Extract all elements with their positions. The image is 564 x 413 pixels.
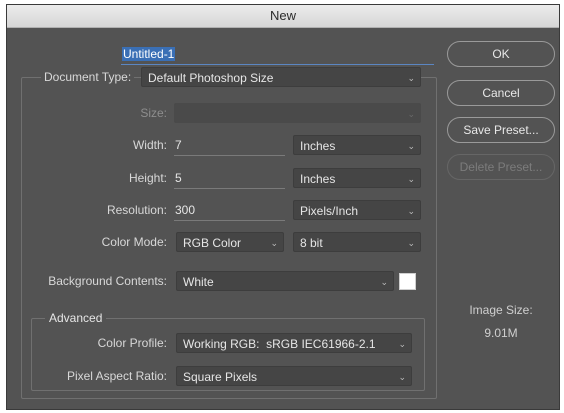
chevron-down-icon: ⌄ [407,206,415,216]
delete-preset-button: Delete Preset... [447,154,555,180]
save-preset-button[interactable]: Save Preset... [447,117,555,143]
chevron-down-icon: ⌄ [380,277,388,287]
pixel-aspect-ratio-value: Square Pixels [183,370,258,384]
cancel-button[interactable]: Cancel [447,80,555,106]
ok-button[interactable]: OK [447,41,555,67]
background-contents-select[interactable]: White ⌄ [176,271,394,291]
dialog-title: New [7,5,559,28]
background-color-swatch[interactable] [399,273,416,290]
color-profile-value: Working RGB: sRGB IEC61966-2.1 [183,337,376,351]
chevron-down-icon: ⌄ [407,109,415,119]
name-value: Untitled-1 [122,47,176,61]
color-profile-label: Color Profile: [97,336,167,350]
width-unit-select[interactable]: Inches ⌄ [293,135,421,155]
document-type-select[interactable]: Default Photoshop Size ⌄ [141,67,421,87]
image-size-label: Image Size: [469,303,533,317]
color-mode-label: Color Mode: [101,235,167,249]
height-unit-select[interactable]: Inches ⌄ [293,168,421,188]
pixel-aspect-ratio-select[interactable]: Square Pixels ⌄ [176,366,412,386]
color-mode-select[interactable]: RGB Color ⌄ [176,232,284,252]
chevron-down-icon: ⌄ [270,238,278,248]
color-profile-select[interactable]: Working RGB: sRGB IEC61966-2.1 ⌄ [176,333,412,353]
chevron-down-icon: ⌄ [407,174,415,184]
height-unit-value: Inches [300,172,336,186]
resolution-label: Resolution: [106,203,167,217]
bit-depth-value: 8 bit [300,236,323,250]
size-select: ⌄ [174,103,421,123]
color-mode-value: RGB Color [183,236,242,250]
background-contents-value: White [183,275,214,289]
width-label: Width: [132,138,167,152]
width-unit-value: Inches [300,139,336,153]
image-size-value: 9.01M [484,326,518,340]
name-field[interactable]: Untitled-1 [121,44,434,65]
document-type-value: Default Photoshop Size [148,71,274,85]
document-type-label: Document Type: [41,67,135,87]
resolution-input[interactable]: 300 [174,200,285,221]
height-input[interactable]: 5 [174,168,285,189]
pixel-aspect-ratio-label: Pixel Aspect Ratio: [66,369,167,383]
background-contents-label: Background Contents: [48,274,167,288]
chevron-down-icon: ⌄ [407,73,415,83]
new-document-dialog: New Name: Untitled-1 Document Type: Defa… [6,4,560,410]
resolution-unit-select[interactable]: Pixels/Inch ⌄ [293,200,421,220]
chevron-down-icon: ⌄ [407,141,415,151]
width-input[interactable]: 7 [174,135,285,156]
advanced-title: Advanced [45,311,107,325]
chevron-down-icon: ⌄ [398,372,406,382]
resolution-unit-value: Pixels/Inch [300,204,359,218]
height-label: Height: [128,171,167,185]
chevron-down-icon: ⌄ [407,238,415,248]
size-label: Size: [140,106,167,120]
bit-depth-select[interactable]: 8 bit ⌄ [293,232,421,252]
chevron-down-icon: ⌄ [398,339,406,349]
